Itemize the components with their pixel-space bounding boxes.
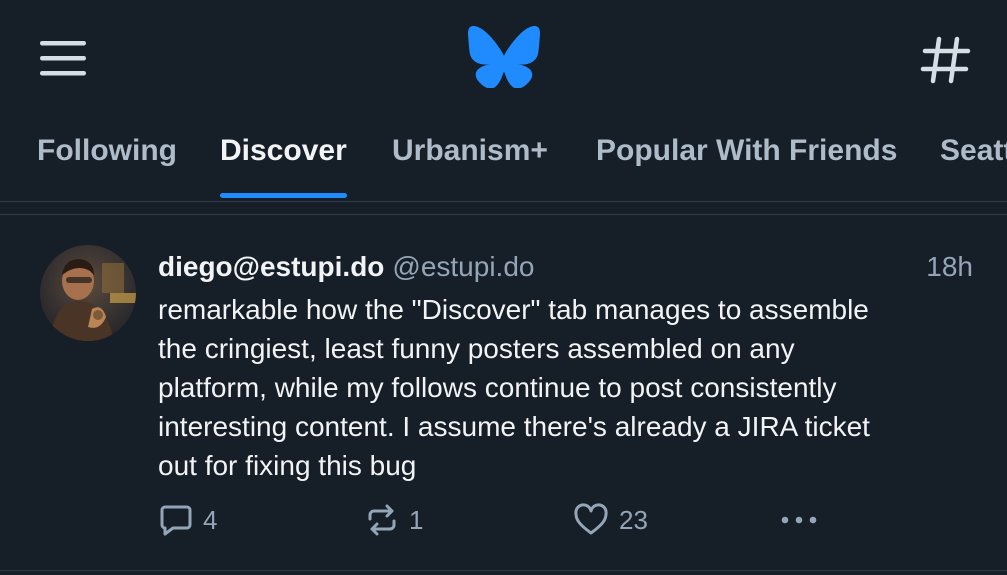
post-text-line: the cringiest, least funny posters assem… xyxy=(158,333,795,364)
post-card[interactable]: diego@estupi.do @estupi.do 18h remarkable… xyxy=(0,215,1007,570)
more-dots-icon xyxy=(778,502,820,538)
tab-label: Seattle xyxy=(940,134,1007,167)
tab-following[interactable]: Following xyxy=(37,115,177,201)
reply-count: 4 xyxy=(203,504,218,535)
repost-button[interactable]: 1 xyxy=(364,500,423,540)
hamburger-menu-icon[interactable] xyxy=(36,36,90,80)
post-timestamp[interactable]: 18h xyxy=(926,247,973,287)
post-divider xyxy=(0,570,1007,571)
active-tab-indicator xyxy=(220,193,347,198)
tab-label: Popular With Friends xyxy=(596,134,898,167)
author-handle[interactable]: @estupi.do xyxy=(392,251,534,282)
post-text-line: platform, while my follows continue to p… xyxy=(158,372,837,403)
tab-popular-with-friends[interactable]: Popular With Friends xyxy=(596,115,897,201)
post-text-line: remarkable how the "Discover" tab manage… xyxy=(158,294,869,325)
more-options-button[interactable] xyxy=(778,500,820,540)
like-button[interactable]: 23 xyxy=(572,500,648,540)
tab-discover[interactable]: Discover xyxy=(220,115,347,201)
hashtag-icon[interactable] xyxy=(918,34,974,86)
top-app-bar xyxy=(0,0,1007,115)
tab-label: Discover xyxy=(220,134,347,167)
tab-seattle[interactable]: Seattle xyxy=(940,115,1007,201)
post-header: diego@estupi.do @estupi.do 18h xyxy=(158,247,973,287)
reply-bubble-icon xyxy=(158,502,194,538)
repost-icon xyxy=(364,502,400,538)
tab-label: Urbanism+ xyxy=(392,134,548,167)
reply-button[interactable]: 4 xyxy=(158,500,217,540)
feed-tabs: Following Discover Urbanism+ Popular Wit… xyxy=(0,115,1007,202)
author-display-name[interactable]: diego@estupi.do xyxy=(158,251,384,282)
butterfly-logo-icon[interactable] xyxy=(468,25,540,89)
post-text-line: interesting content. I assume there's al… xyxy=(158,411,870,442)
post-text-line: out for fixing this bug xyxy=(158,450,417,481)
tab-urbanism[interactable]: Urbanism+ xyxy=(392,115,548,201)
tab-label: Following xyxy=(37,134,177,167)
repost-count: 1 xyxy=(409,504,424,535)
heart-icon xyxy=(572,502,610,538)
avatar[interactable] xyxy=(40,245,136,341)
post-body: remarkable how the "Discover" tab manage… xyxy=(158,290,978,485)
post-actions: 4 1 23 xyxy=(158,500,978,540)
like-count: 23 xyxy=(619,504,648,535)
